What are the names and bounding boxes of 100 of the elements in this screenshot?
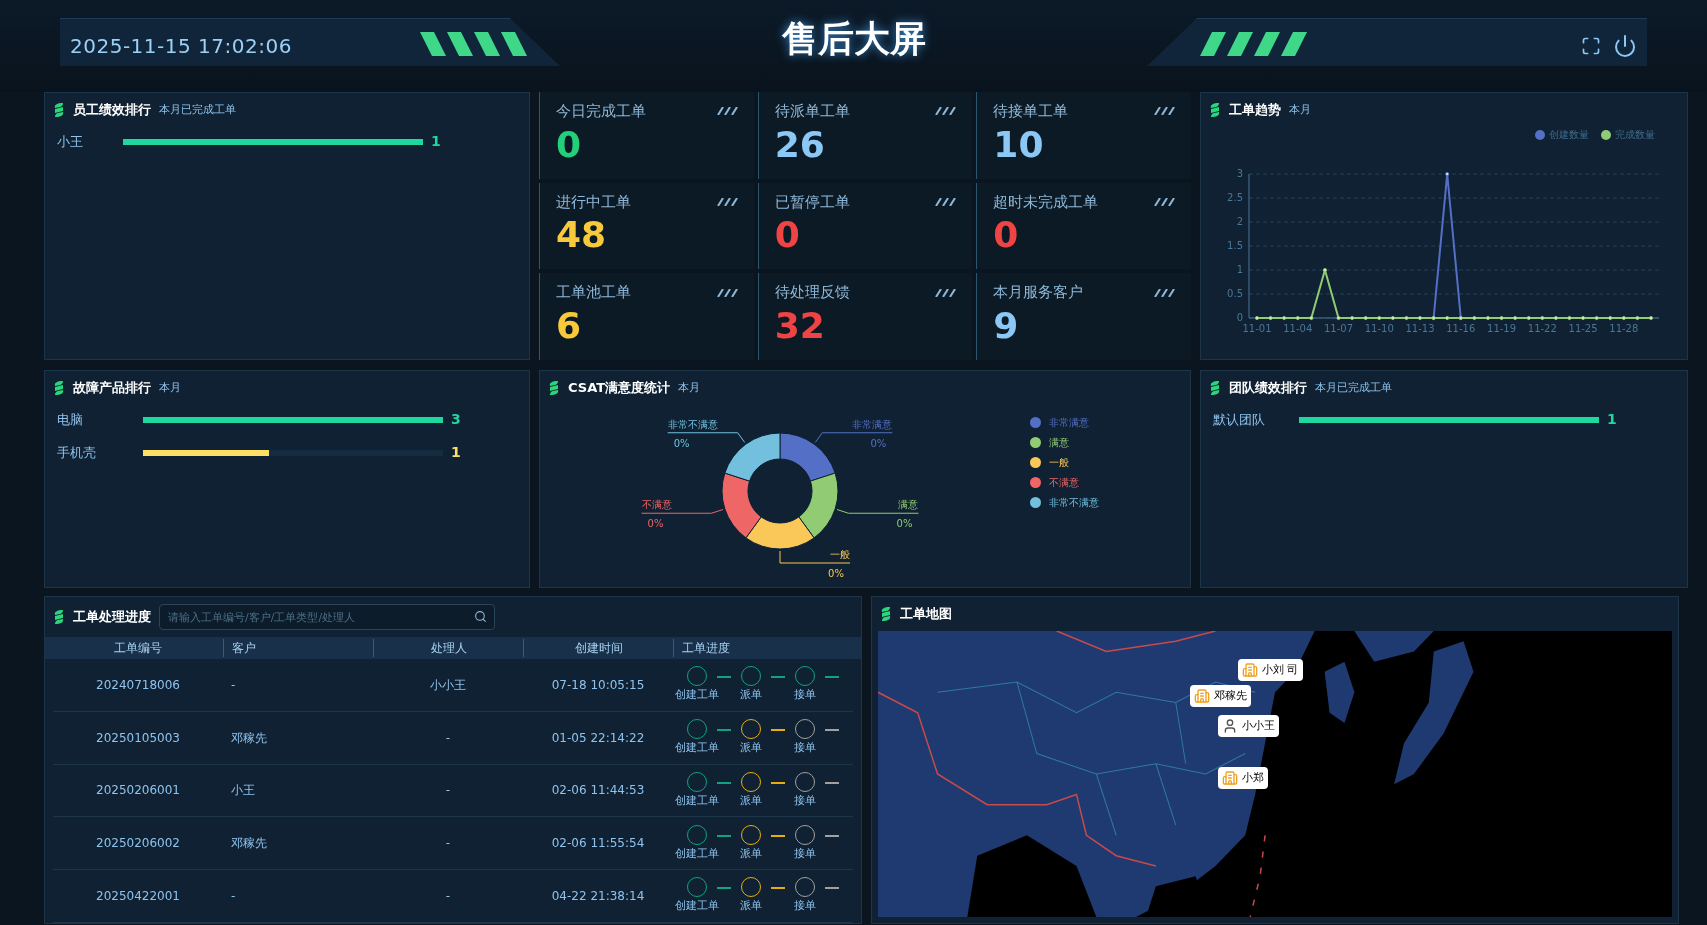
slash-icon	[934, 288, 957, 297]
x-tick-label: 11-22	[1527, 323, 1557, 334]
stat-label: 已暂停工单	[774, 191, 850, 213]
marker-label: 小刘 司	[1262, 661, 1299, 678]
step-connector	[825, 887, 839, 890]
step-label: 创建工单	[675, 739, 719, 756]
rank-value: 3	[451, 410, 461, 429]
x-tick-label: 11-04	[1283, 323, 1313, 334]
x-tick-label: 11-19	[1487, 323, 1517, 334]
table-cell-text: 小王	[230, 782, 256, 800]
step-connector	[717, 834, 731, 837]
table-cell-text: 07-18 10:05:15	[550, 676, 646, 694]
stat-value: 48	[556, 213, 608, 258]
table-cell-text: 小小王	[429, 676, 467, 694]
leader-line	[779, 550, 851, 564]
step-connector	[825, 676, 839, 678]
slash-icon	[715, 107, 738, 116]
stat-label: 待接单工单	[993, 101, 1069, 122]
step-connector	[717, 676, 731, 678]
data-point	[1445, 316, 1450, 320]
fullscreen-button[interactable]	[1581, 36, 1601, 56]
search-icon[interactable]	[474, 609, 487, 623]
step-label: 创建工单	[675, 792, 719, 809]
stat-label: 待派单工单	[774, 101, 850, 122]
step-label: 创建工单	[675, 898, 719, 915]
data-point	[1418, 316, 1423, 320]
step-label: 派单	[740, 845, 762, 862]
rank-name: 默认团队	[1213, 410, 1266, 429]
section-icon	[53, 380, 65, 396]
panel-subtitle: 本月	[159, 379, 181, 396]
table-cell-text: 20250206001	[95, 782, 181, 800]
stat-label: 待处理反馈	[774, 282, 850, 304]
slice-label: 满意	[898, 499, 919, 511]
step-label: 接单	[794, 845, 816, 862]
y-tick-label: 1.5	[1227, 240, 1243, 251]
table-cell-text: -	[444, 729, 452, 747]
table-cell-text: -	[444, 888, 452, 906]
legend-label: 创建数量	[1549, 128, 1589, 142]
stat-label: 进行中工单	[556, 191, 631, 213]
legend-label: 满意	[1049, 436, 1069, 450]
slice-value: 0%	[896, 518, 913, 530]
building-icon	[1222, 770, 1238, 786]
map-marker[interactable]: 邓稼先	[1190, 685, 1251, 707]
data-point	[1295, 316, 1300, 320]
stat-value: 0	[556, 122, 583, 167]
panel-title: 员工绩效排行	[73, 101, 151, 120]
slice-value: 0%	[673, 437, 690, 449]
data-point	[1282, 316, 1287, 320]
map-marker[interactable]: 小小王	[1218, 715, 1279, 737]
stat-value: 0	[774, 213, 801, 258]
data-point	[1581, 316, 1586, 320]
data-point	[1567, 316, 1572, 320]
slash-icon	[715, 197, 738, 206]
x-tick-label: 11-10	[1364, 323, 1394, 334]
step-connector	[717, 887, 731, 890]
panel-title: 工单地图	[900, 605, 952, 624]
step-connector	[771, 887, 785, 890]
stat-value: 6	[556, 303, 583, 348]
panel-title: 故障产品排行	[73, 379, 151, 398]
column-header: 工单编号	[113, 639, 163, 657]
table-cell-text: 邓稼先	[230, 729, 268, 747]
slice-label: 不满意	[641, 499, 672, 511]
map-marker[interactable]: 小刘 司	[1238, 659, 1303, 681]
map-marker[interactable]: 小郑	[1218, 767, 1268, 789]
building-icon	[1242, 662, 1258, 678]
search-field[interactable]: 请输入工单编号/客户/工单类型/处理人	[159, 604, 495, 631]
marker-label: 小小王	[1242, 717, 1275, 734]
power-button[interactable]	[1613, 34, 1637, 58]
person-icon	[1222, 718, 1238, 734]
table-cell-text: 20240718006	[95, 676, 181, 694]
data-point	[1594, 316, 1599, 320]
panel-subtitle: 本月已完成工单	[159, 101, 236, 118]
panel-subtitle: 本月已完成工单	[1315, 379, 1392, 396]
table-cell-text: -	[444, 782, 452, 800]
date-time: 2025-11-15 17:02:06	[70, 33, 292, 60]
slash-icon	[934, 107, 957, 116]
rank-value: 1	[431, 132, 441, 151]
data-point	[1649, 316, 1653, 320]
step-label: 接单	[794, 687, 816, 703]
step-connector	[717, 728, 731, 731]
slice-label: 非常不满意	[667, 418, 718, 430]
step-label: 派单	[740, 739, 762, 756]
data-point	[1499, 316, 1504, 320]
legend-label: 不满意	[1049, 476, 1079, 490]
data-point	[1404, 316, 1409, 320]
slice-value: 0%	[647, 518, 664, 530]
marker-label: 邓稼先	[1214, 687, 1247, 704]
step-connector	[717, 781, 731, 784]
column-header: 创建时间	[523, 638, 673, 657]
step-label: 接单	[794, 739, 816, 756]
data-point	[1390, 316, 1395, 320]
step-label: 创建工单	[675, 845, 719, 862]
data-point	[1322, 268, 1327, 272]
data-point	[1445, 172, 1450, 176]
y-tick-label: 2.5	[1227, 192, 1243, 203]
legend-label: 完成数量	[1615, 128, 1655, 142]
stat-value: 9	[993, 303, 1020, 348]
panel-subtitle: 本月	[678, 379, 701, 396]
data-point	[1608, 316, 1613, 320]
stat-label: 今日完成工单	[556, 101, 646, 122]
